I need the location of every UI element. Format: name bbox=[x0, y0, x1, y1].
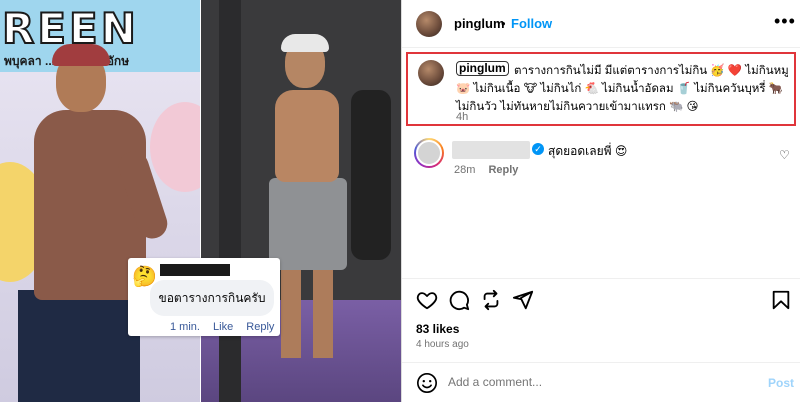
overlay-comment-like: Like bbox=[213, 321, 234, 333]
share-icon[interactable] bbox=[512, 289, 534, 311]
comment-like-icon[interactable]: ♡ bbox=[779, 148, 790, 162]
author-avatar[interactable] bbox=[416, 11, 442, 37]
follow-button[interactable]: Follow bbox=[511, 16, 552, 31]
header-separator: • bbox=[501, 16, 506, 31]
man-figure-pants bbox=[18, 290, 140, 402]
post-image-carousel[interactable]: REEN พบุคลา ...ใหม่ "จากอักษ 🤔 ขอตารางกา… bbox=[0, 0, 401, 402]
caption-username[interactable]: pinglum bbox=[456, 61, 509, 76]
man-figure-cap bbox=[52, 44, 110, 66]
add-comment-bar: Post bbox=[402, 362, 800, 402]
comment-meta: 28m Reply bbox=[454, 164, 518, 176]
commenter-avatar[interactable] bbox=[414, 138, 444, 168]
overlay-comment-card: 🤔 ขอตารางการกินครับ 1 min. Like Reply bbox=[128, 258, 280, 336]
photo-poster-man: REEN พบุคลา ...ใหม่ "จากอักษ bbox=[0, 0, 200, 402]
post-comment-button[interactable]: Post bbox=[768, 376, 794, 390]
gym-pole bbox=[219, 0, 241, 402]
man-figure-shorts bbox=[269, 178, 347, 270]
comment-text: สุดยอดเลยพี่ 😍 bbox=[548, 144, 628, 158]
repost-icon[interactable] bbox=[480, 289, 502, 311]
comment-icon[interactable] bbox=[448, 289, 470, 311]
emoji-picker-icon[interactable] bbox=[416, 372, 438, 394]
post-sidebar: pinglum • Follow ••• ตารางการกินไม่มี มี… bbox=[401, 0, 800, 402]
caption-timestamp: 4h bbox=[456, 111, 469, 123]
post-header: pinglum • Follow ••• bbox=[402, 0, 800, 48]
overlay-comment-reply: Reply bbox=[246, 321, 275, 333]
punching-bag bbox=[351, 90, 391, 260]
man-figure-leg-left bbox=[281, 268, 301, 358]
commenter-username-blurred[interactable] bbox=[452, 141, 530, 159]
post-caption: ตารางการกินไม่มี มีแต่ตารางการไม่กิน 🥳 ❤… bbox=[406, 52, 796, 126]
comment-item: ✓ สุดยอดเลยพี่ 😍 28m Reply ♡ bbox=[402, 138, 800, 178]
heart-icon[interactable] bbox=[416, 289, 438, 311]
bookmark-icon[interactable] bbox=[770, 289, 792, 311]
post-timestamp: 4 hours ago bbox=[416, 339, 469, 350]
likes-count[interactable]: 83 likes bbox=[416, 322, 459, 336]
overlay-comment-meta: 1 min. Like Reply bbox=[170, 321, 284, 333]
overlay-comment-text: ขอตารางการกินครับ bbox=[150, 280, 274, 316]
post-actions bbox=[402, 278, 800, 318]
comment-reply-button[interactable]: Reply bbox=[488, 164, 518, 176]
man-figure-torso bbox=[275, 90, 339, 182]
comment-time: 28m bbox=[454, 164, 476, 176]
author-username[interactable]: pinglum bbox=[454, 16, 505, 31]
comment-input[interactable] bbox=[448, 375, 748, 389]
overlay-comment-time: 1 min. bbox=[170, 321, 200, 333]
caption-author-avatar[interactable] bbox=[418, 60, 444, 86]
photo-gym-man bbox=[201, 0, 401, 402]
more-options-icon[interactable]: ••• bbox=[774, 11, 796, 32]
man-figure-leg-right bbox=[313, 268, 333, 358]
man-figure-cap bbox=[281, 34, 329, 52]
verified-badge-icon: ✓ bbox=[532, 143, 544, 155]
redacted-name bbox=[160, 264, 230, 276]
